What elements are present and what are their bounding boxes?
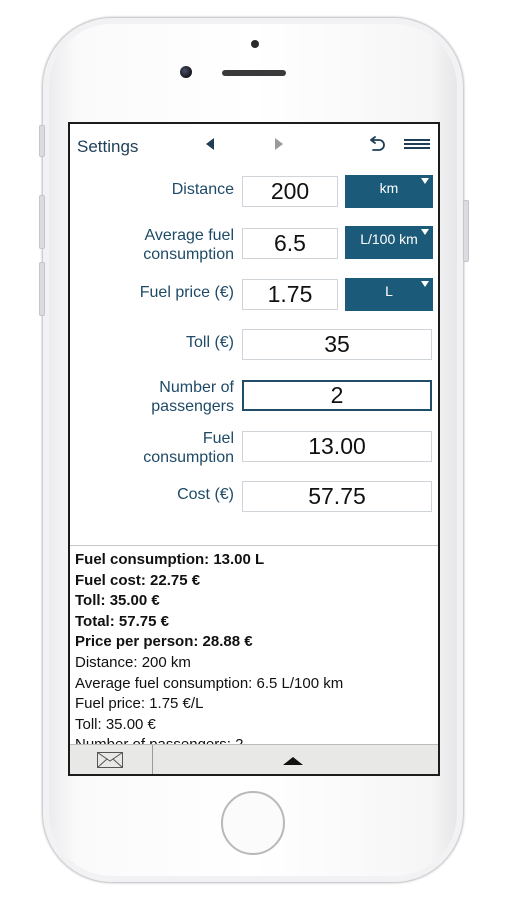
next-icon[interactable] [275,138,283,150]
avg-consumption-unit-select[interactable]: L/100 km [345,226,433,259]
passengers-label-line1: Number of [159,379,234,396]
summary-fuel-cost: Fuel cost: 22.75 € [75,571,201,589]
fuel-consumption-label-line2: consumption [143,449,234,466]
fuel-price-unit-value: L [385,283,393,299]
avg-consumption-label: Average fuel consumption [143,226,234,264]
prev-icon[interactable] [206,138,214,150]
summary-fuel-price: Fuel price: 1.75 €/L [75,695,204,713]
power-button [463,200,469,262]
bottom-toolbar [70,744,438,774]
distance-unit-select[interactable]: km [345,175,433,208]
fuel-consumption-label-line1: Fuel [202,430,234,447]
summary-total: Total: 57.75 € [75,612,169,630]
passengers-label-line2: passengers [151,398,234,415]
front-camera [180,66,192,78]
volume-down-button [39,262,45,316]
fuel-consumption-label: Fuel consumption [143,429,234,467]
mute-switch [39,125,45,157]
passengers-label: Number of passengers [151,378,234,416]
avg-consumption-input[interactable]: 6.5 [242,228,338,259]
avg-consumption-unit-value: L/100 km [360,231,418,247]
fuel-price-input[interactable]: 1.75 [242,279,338,310]
email-button[interactable] [70,745,153,774]
earpiece-speaker [222,70,286,76]
summary-distance: Distance: 200 km [75,653,191,671]
cost-label: Cost (€) [177,486,234,503]
page-title[interactable]: Settings [77,137,138,157]
fuel-consumption-result: 13.00 [242,431,432,462]
avg-consumption-label-line2: consumption [143,246,234,263]
toll-input[interactable]: 35 [242,329,432,360]
chevron-down-icon [421,229,429,235]
undo-icon[interactable] [366,134,388,156]
divider [70,545,438,546]
menu-icon[interactable] [404,139,430,151]
passengers-input[interactable]: 2 [242,380,432,411]
distance-unit-value: km [379,180,399,196]
avg-consumption-label-line1: Average fuel [144,227,234,244]
toll-label: Toll (€) [185,334,234,351]
summary-price-per-person: Price per person: 28.88 € [75,633,253,651]
summary-toll-detail: Toll: 35.00 € [75,715,156,733]
distance-label: Distance [171,181,234,198]
proximity-sensor [251,40,259,48]
summary-fuel-consumption: Fuel consumption: 13.00 L [75,551,265,568]
summary-toll: Toll: 35.00 € [75,592,160,610]
summary-avg-consumption: Average fuel consumption: 6.5 L/100 km [75,674,344,692]
header-bar: Settings [70,124,438,164]
fuel-price-label: Fuel price (€) [139,284,234,301]
app-screen: Settings Distance 200 km Average fuel co… [68,122,440,776]
fuel-price-unit-select[interactable]: L [345,278,433,311]
home-button[interactable] [221,791,285,855]
chevron-down-icon [421,178,429,184]
volume-up-button [39,195,45,249]
mail-icon [97,752,123,768]
chevron-down-icon [421,281,429,287]
expand-up-icon[interactable] [283,757,303,765]
distance-input[interactable]: 200 [242,176,338,207]
cost-result: 57.75 [242,481,432,512]
summary-text: Fuel consumption: 13.00 L Fuel cost: 22.… [75,550,435,756]
